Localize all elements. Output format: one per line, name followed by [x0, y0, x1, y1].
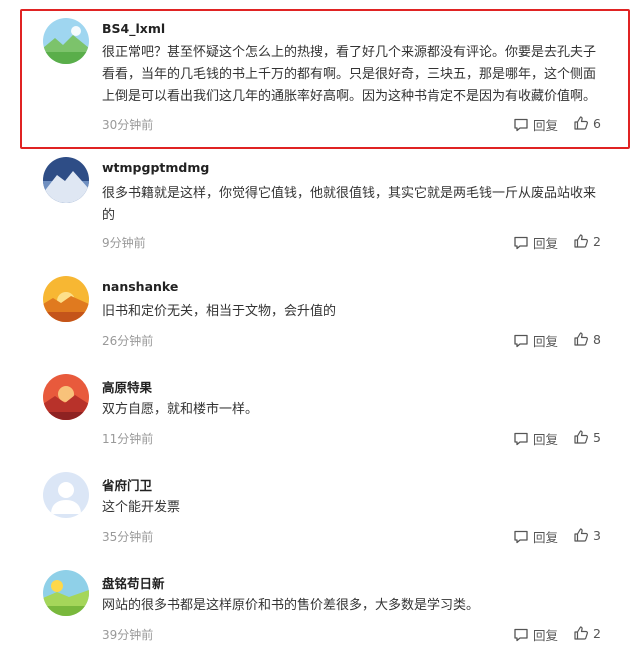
comment-username[interactable]: nanshanke: [102, 279, 178, 294]
comment-text: 双方自愿，就和楼市一样。: [102, 402, 259, 417]
comment-bubble-icon: [513, 431, 529, 447]
comment-username[interactable]: wtmpgptmdmg: [102, 160, 209, 175]
avatar[interactable]: [43, 472, 89, 518]
comment-username[interactable]: 省府门卫: [102, 475, 152, 494]
sunset-avatar-icon: [43, 276, 89, 322]
reply-button[interactable]: 回复: [513, 233, 558, 252]
comment-bubble-icon: [513, 117, 529, 133]
comment-time: 26分钟前: [102, 334, 154, 348]
red-sunset-avatar-icon: [43, 374, 89, 420]
like-count: 6: [593, 115, 601, 131]
thumbs-up-icon: [573, 429, 589, 445]
reply-button[interactable]: 回复: [513, 115, 558, 134]
comment-username[interactable]: 高原特果: [102, 377, 152, 396]
reply-label: 回复: [533, 628, 559, 643]
reply-label: 回复: [533, 530, 559, 545]
comment-item: 盘铭苟日新 网站的很多书都是这样原价和书的售价差很多，大多数是学习类。 39分钟…: [0, 554, 640, 664]
comment-item: wtmpgptmdmg 很多书籍就是这样，你觉得它值钱，他就很值钱，其实它就是两…: [0, 150, 640, 260]
reply-label: 回复: [533, 432, 559, 447]
comment-text: 这个能开发票: [102, 500, 181, 515]
like-button[interactable]: 8: [573, 331, 601, 347]
avatar[interactable]: [43, 570, 89, 616]
like-count: 2: [593, 625, 601, 641]
comment-bubble-icon: [513, 235, 529, 251]
comment-item: BS4_lxml 很正常吧？甚至怀疑这个怎么上的热搜，看了好几个来源都没有评论。…: [0, 0, 640, 150]
reply-button[interactable]: 回复: [513, 429, 558, 448]
landscape-avatar-icon: [43, 18, 89, 64]
thumbs-up-icon: [573, 115, 589, 131]
comment-bubble-icon: [513, 529, 529, 545]
snow-mountain-avatar-icon: [43, 157, 89, 203]
comment-text: 网站的很多书都是这样原价和书的售价差很多，大多数是学习类。: [102, 598, 480, 613]
like-count: 2: [593, 233, 601, 249]
reply-button[interactable]: 回复: [513, 331, 558, 350]
comment-item: 省府门卫 这个能开发票 35分钟前 回复 3: [0, 456, 640, 554]
default-user-avatar-icon: [43, 472, 89, 518]
comment-time: 39分钟前: [102, 628, 154, 642]
comment-time: 11分钟前: [102, 432, 154, 446]
avatar[interactable]: [43, 157, 89, 203]
like-button[interactable]: 5: [573, 429, 601, 445]
avatar[interactable]: [43, 374, 89, 420]
comment-item: 高原特果 双方自愿，就和楼市一样。 11分钟前 回复 5: [0, 358, 640, 456]
thumbs-up-icon: [573, 527, 589, 543]
comment-time: 9分钟前: [102, 236, 146, 250]
avatar[interactable]: [43, 18, 89, 64]
thumbs-up-icon: [573, 331, 589, 347]
comment-text: 很多书籍就是这样，你觉得它值钱，他就很值钱，其实它就是两毛钱一斤从废品站收来的: [102, 186, 597, 223]
comment-bubble-icon: [513, 333, 529, 349]
comment-username[interactable]: BS4_lxml: [102, 21, 165, 36]
sunny-field-avatar-icon: [43, 570, 89, 616]
reply-label: 回复: [533, 236, 559, 251]
comment-text: 很正常吧？甚至怀疑这个怎么上的热搜，看了好几个来源都没有评论。你要是去孔夫子看看…: [102, 45, 597, 104]
reply-label: 回复: [533, 118, 559, 133]
comment-bubble-icon: [513, 627, 529, 643]
like-button[interactable]: 2: [573, 233, 601, 249]
thumbs-up-icon: [573, 233, 589, 249]
like-count: 8: [593, 331, 601, 347]
like-count: 3: [593, 527, 601, 543]
comment-username[interactable]: 盘铭苟日新: [102, 573, 165, 592]
avatar[interactable]: [43, 276, 89, 322]
reply-button[interactable]: 回复: [513, 527, 558, 546]
reply-button[interactable]: 回复: [513, 625, 558, 644]
like-button[interactable]: 6: [573, 115, 601, 131]
comment-time: 30分钟前: [102, 118, 154, 132]
comment-time: 35分钟前: [102, 530, 154, 544]
comment-text: 旧书和定价无关，相当于文物，会升值的: [102, 304, 337, 319]
reply-label: 回复: [533, 334, 559, 349]
like-button[interactable]: 2: [573, 625, 601, 641]
like-count: 5: [593, 429, 601, 445]
like-button[interactable]: 3: [573, 527, 601, 543]
thumbs-up-icon: [573, 625, 589, 641]
comment-item: nanshanke 旧书和定价无关，相当于文物，会升值的 26分钟前 回复 8: [0, 260, 640, 358]
